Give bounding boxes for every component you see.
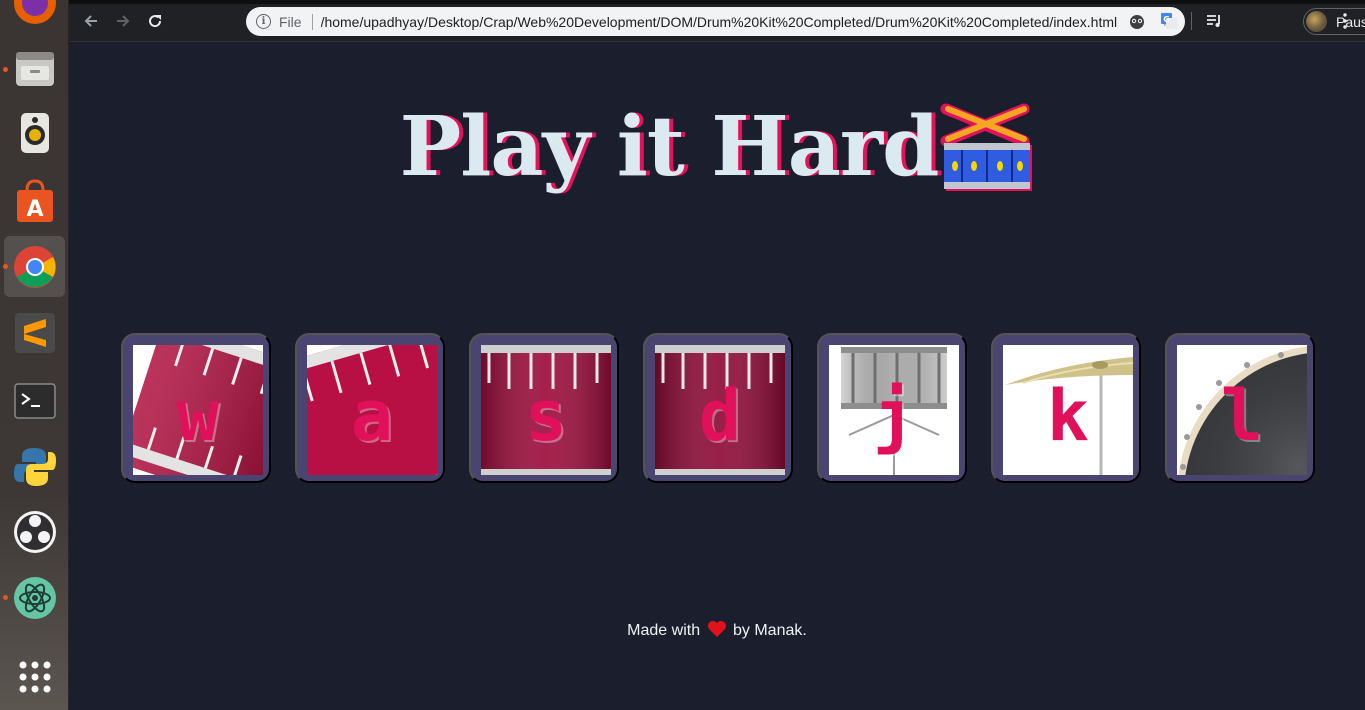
running-indicator — [3, 595, 8, 600]
media-control-icon — [1207, 15, 1220, 27]
drum-image: l — [1177, 345, 1307, 475]
extension-icon — [1130, 15, 1144, 29]
shopping-bag-icon: A — [16, 178, 53, 222]
media-control-button[interactable] — [1202, 9, 1226, 33]
drum-key-label: k — [1046, 375, 1090, 457]
info-icon[interactable]: i — [256, 14, 271, 29]
drum-button-s[interactable]: s — [469, 333, 619, 483]
title-row: Play it Hard — [69, 92, 1365, 202]
dock-show-applications[interactable] — [4, 646, 65, 707]
toolbar-divider — [1191, 12, 1192, 30]
scheme-label: File — [279, 13, 302, 30]
running-indicator — [3, 264, 8, 269]
translate-icon: G — [1161, 13, 1177, 29]
drum-key-label: l — [1220, 375, 1264, 457]
footer-suffix: by Manak. — [733, 622, 807, 639]
menu-button[interactable] — [1333, 9, 1357, 33]
dock-rhythmbox[interactable] — [4, 102, 65, 163]
dock-chrome[interactable] — [4, 236, 65, 297]
drum-key-label: s — [524, 375, 568, 457]
forward-arrow-icon — [117, 15, 130, 27]
svg-text:A: A — [26, 197, 43, 222]
drum-key-label: d — [698, 375, 742, 457]
avatar — [1306, 11, 1327, 32]
footer-prefix: Made with — [627, 622, 701, 639]
dock-firefox[interactable] — [4, 0, 65, 33]
kebab-menu-icon — [1343, 13, 1347, 29]
obs-icon — [13, 510, 56, 553]
tab-strip-edge — [69, 0, 1365, 4]
back-arrow-icon — [84, 15, 97, 27]
drum-image: k — [1003, 345, 1133, 475]
dock-obs[interactable] — [4, 501, 65, 562]
drum-button-j[interactable]: j — [817, 333, 967, 483]
drum-key-label: w — [176, 375, 220, 457]
url-text[interactable]: /home/upadhyay/Desktop/Crap/Web%20Develo… — [321, 14, 1151, 30]
drum-image: j — [829, 345, 959, 475]
drum-image: s — [481, 345, 611, 475]
dock-sublime-text[interactable] — [4, 302, 65, 363]
drum-button-w[interactable]: w — [121, 333, 271, 483]
omnibox-divider — [311, 13, 313, 30]
drum-image: a — [307, 345, 437, 475]
drum-set: w a s d j k l — [121, 333, 1315, 483]
dock-python[interactable] — [4, 436, 65, 497]
ubuntu-dock: A — [0, 0, 69, 710]
extension-button[interactable] — [1125, 9, 1149, 33]
translate-button[interactable]: G — [1157, 9, 1181, 33]
dock-files[interactable] — [4, 38, 65, 99]
drum-button-d[interactable]: d — [643, 333, 793, 483]
reload-button[interactable] — [143, 9, 167, 33]
web-page: Play it Hard w a s d j k l Made with by … — [69, 42, 1365, 710]
chrome-icon — [13, 245, 56, 288]
drum-emoji-icon — [940, 103, 1033, 191]
files-icon — [15, 51, 54, 86]
footer: Made with by Manak. — [69, 620, 1365, 640]
drum-button-l[interactable]: l — [1165, 333, 1315, 483]
dock-software-center[interactable]: A — [4, 170, 65, 231]
reload-icon — [149, 15, 162, 28]
back-button[interactable] — [79, 9, 103, 33]
sublime-icon — [14, 312, 55, 353]
browser-toolbar: i File /home/upadhyay/Desktop/Crap/Web%2… — [69, 0, 1365, 42]
atom-icon — [13, 576, 56, 619]
page-title: Play it Hard — [399, 99, 940, 195]
drum-button-a[interactable]: a — [295, 333, 445, 483]
firefox-icon — [13, 0, 56, 24]
address-bar[interactable]: i File /home/upadhyay/Desktop/Crap/Web%2… — [246, 7, 1185, 36]
python-icon — [13, 447, 56, 486]
app-grid-icon — [19, 661, 50, 692]
drum-image: w — [133, 345, 263, 475]
drum-key-label: j — [872, 375, 916, 457]
heart-icon — [707, 621, 726, 637]
dock-terminal[interactable] — [4, 370, 65, 431]
terminal-icon — [13, 382, 56, 419]
forward-button[interactable] — [111, 9, 135, 33]
drum-key-label: a — [350, 375, 394, 457]
speaker-icon — [20, 112, 49, 153]
drum-image: d — [655, 345, 785, 475]
svg-text:G: G — [1163, 15, 1170, 24]
dock-atom[interactable] — [4, 567, 65, 628]
drum-button-k[interactable]: k — [991, 333, 1141, 483]
